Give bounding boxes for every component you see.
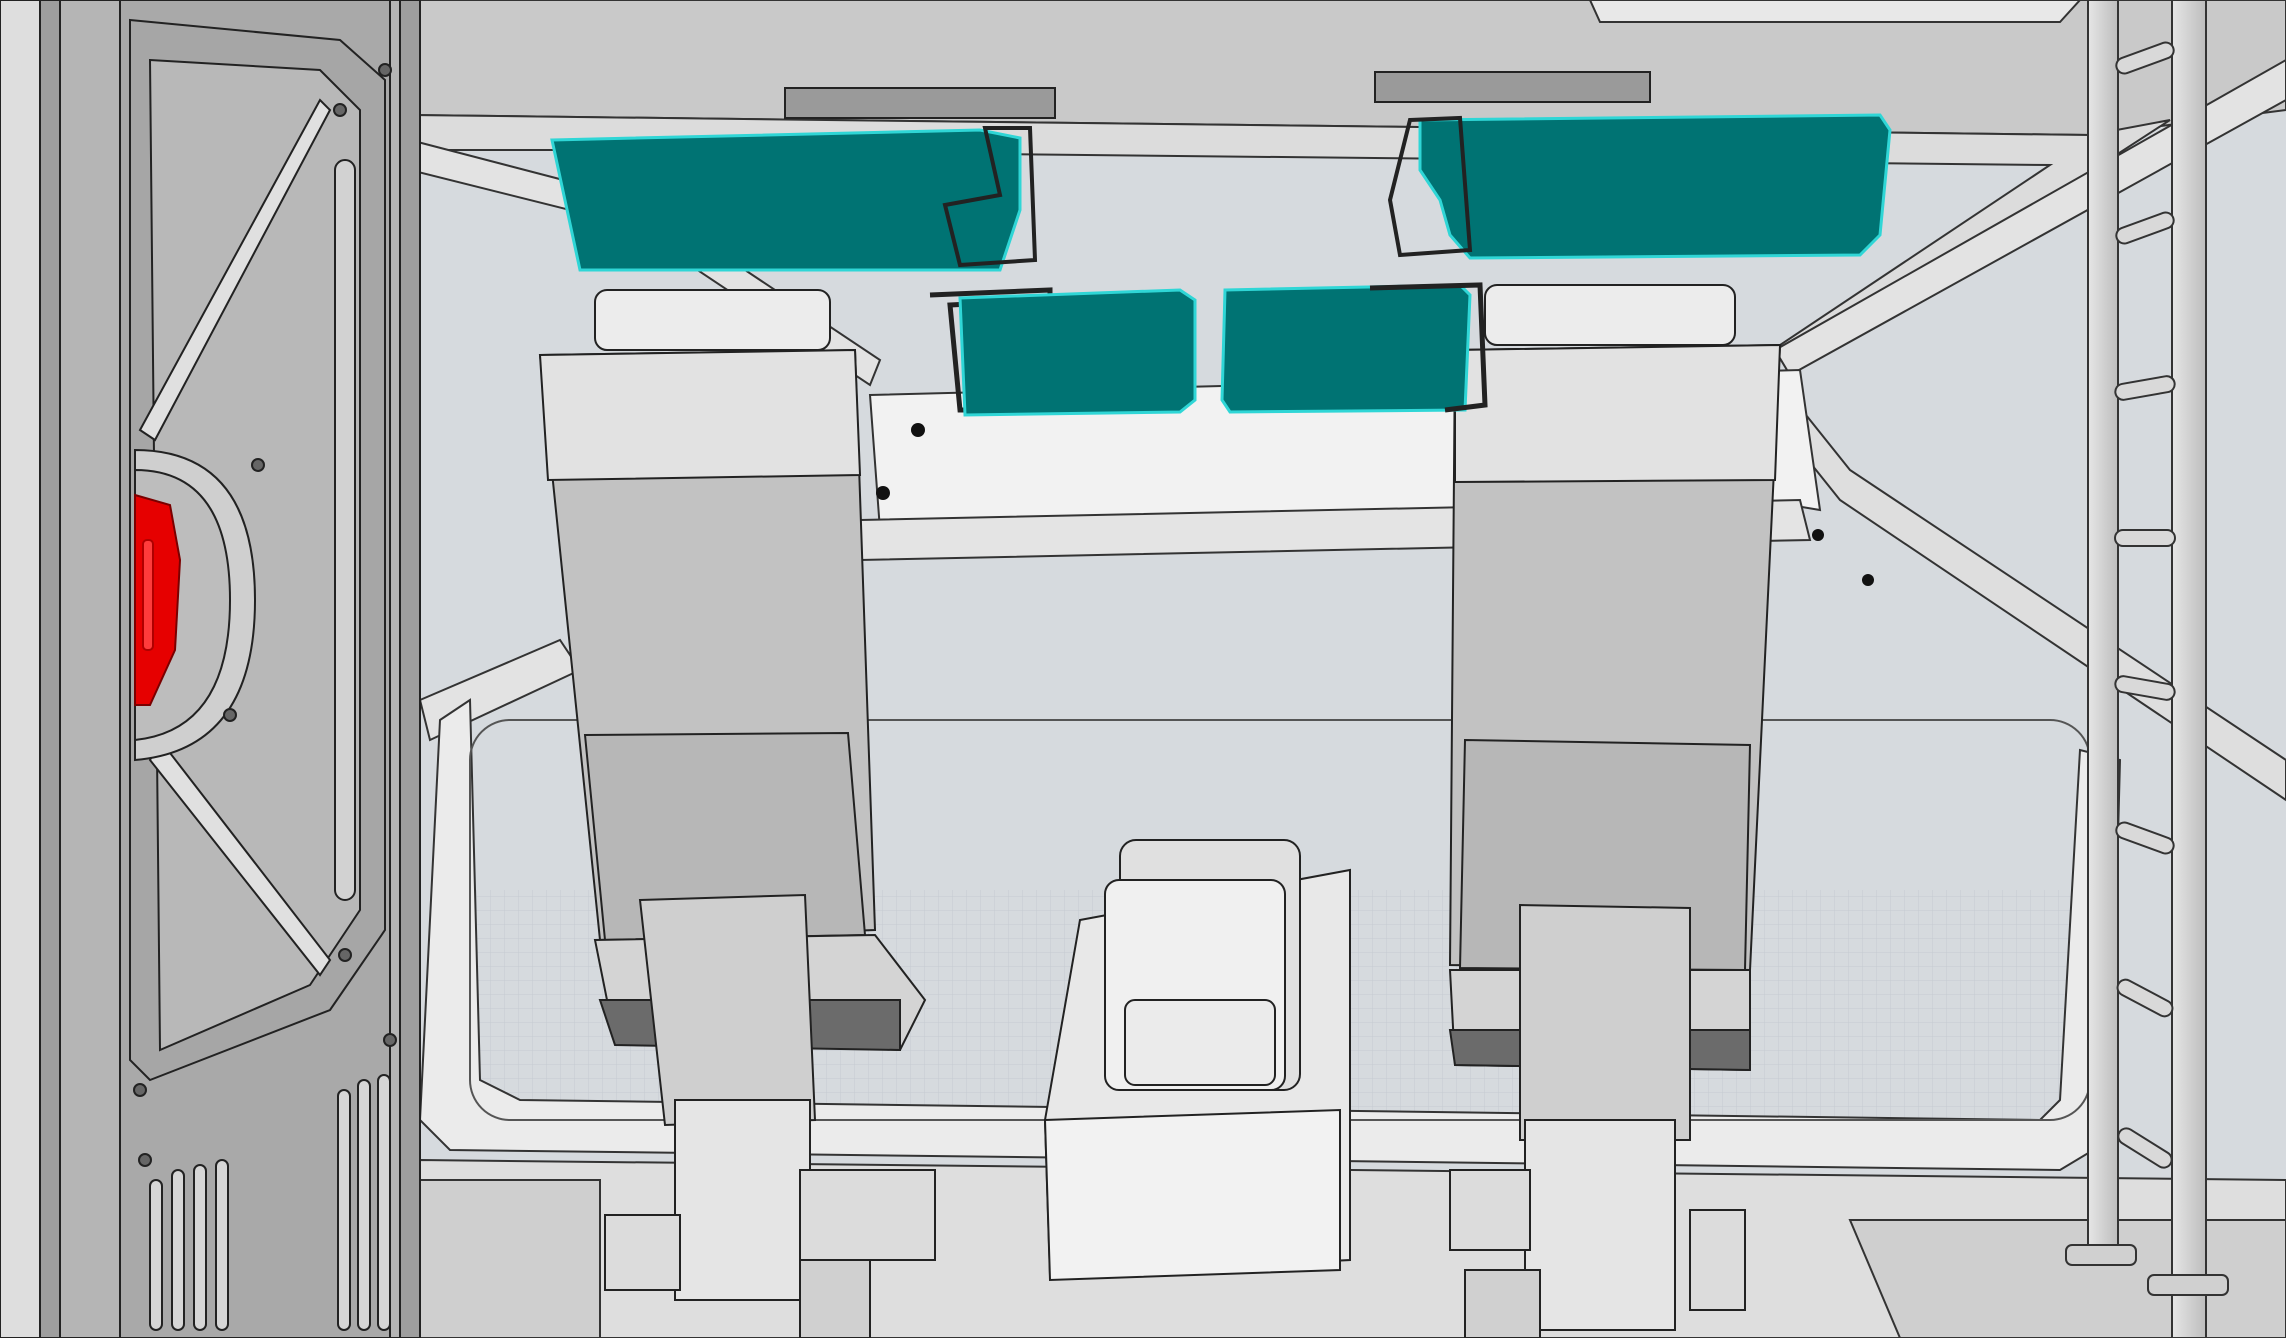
door-panel bbox=[0, 0, 421, 1338]
scene-canvas[interactable] bbox=[0, 0, 2286, 1338]
sun-visor-left-lower[interactable] bbox=[929, 287, 1197, 417]
sun-visor-right-lower[interactable] bbox=[1220, 282, 1488, 414]
cad-viewport[interactable] bbox=[0, 0, 2286, 1338]
